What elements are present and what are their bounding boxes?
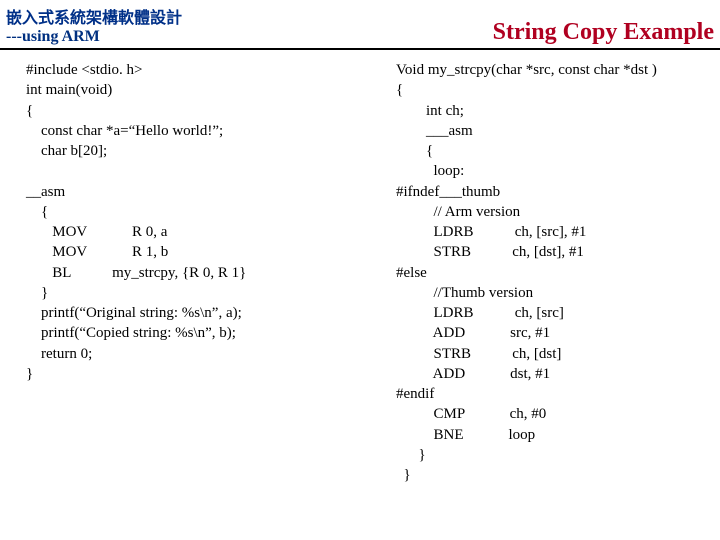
header-left: 嵌入式系統架構軟體設計 ---using ARM [6, 4, 182, 46]
right-code-block: Void my_strcpy(char *src, const char *ds… [396, 60, 712, 485]
header-title: String Copy Example [493, 19, 714, 46]
slide-body: #include <stdio. h> int main(void) { con… [0, 50, 720, 485]
left-code-block: #include <stdio. h> int main(void) { con… [8, 60, 396, 485]
header-english: ---using ARM [6, 28, 100, 45]
slide-header: 嵌入式系統架構軟體設計 ---using ARM String Copy Exa… [0, 0, 720, 50]
header-chinese: 嵌入式系統架構軟體設計 [6, 10, 182, 27]
